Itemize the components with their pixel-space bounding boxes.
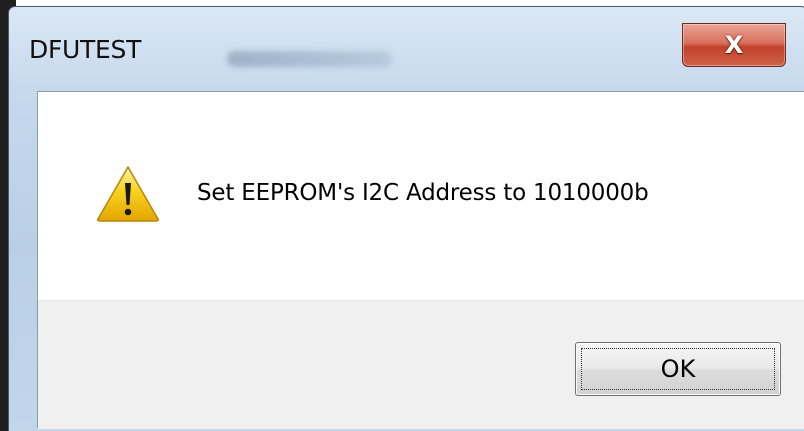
warning-icon: [97, 166, 159, 222]
focus-ring: [581, 348, 775, 390]
close-button[interactable]: X: [682, 23, 786, 67]
close-icon: X: [724, 31, 744, 59]
message-box-dialog: DFUTEST X Set EEPROM's I2C Address to 10…: [8, 6, 804, 431]
dialog-client-area: Set EEPROM's I2C Address to 1010000b OK: [37, 91, 804, 429]
message-panel: Set EEPROM's I2C Address to 1010000b: [38, 92, 804, 300]
button-bar: OK: [38, 300, 804, 429]
background-window-title-blur: [227, 51, 392, 67]
window-title: DFUTEST: [29, 35, 142, 64]
message-text: Set EEPROM's I2C Address to 1010000b: [197, 180, 649, 206]
ok-button[interactable]: OK: [575, 342, 781, 396]
title-bar[interactable]: DFUTEST X: [9, 7, 804, 91]
